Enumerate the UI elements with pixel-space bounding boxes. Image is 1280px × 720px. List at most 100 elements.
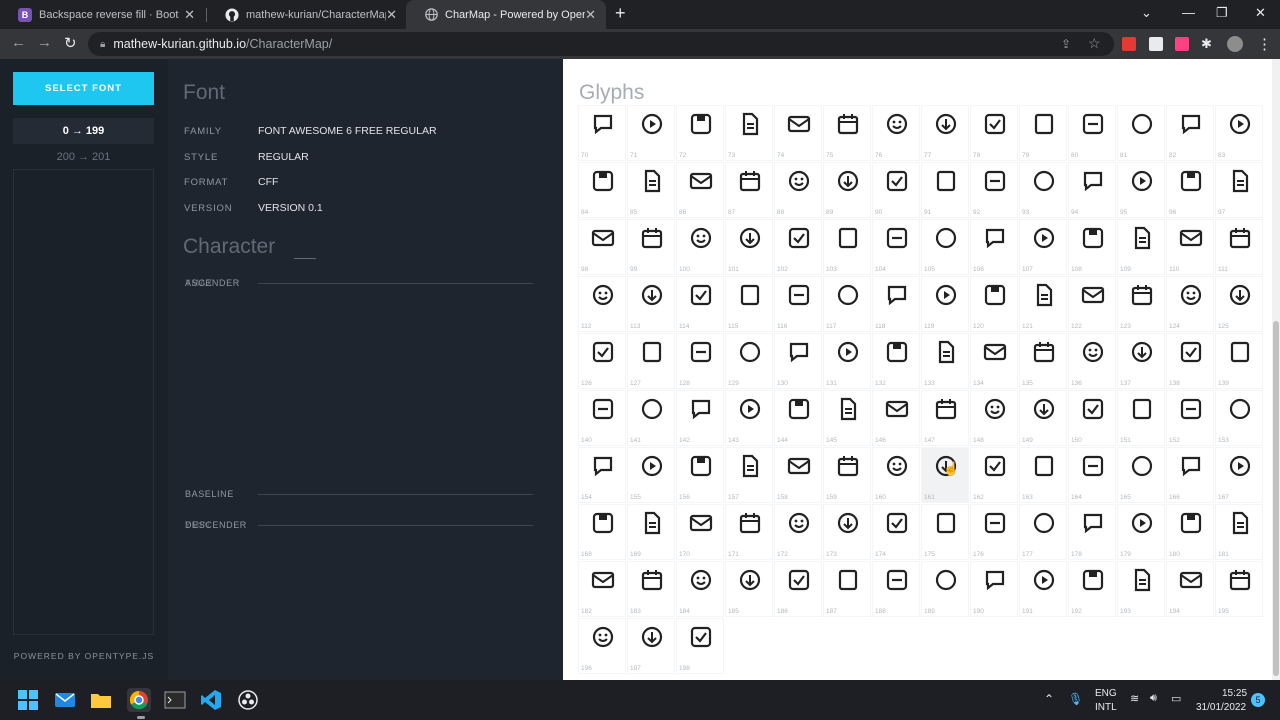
glyph-cell[interactable]: 113 — [627, 276, 675, 332]
volume-icon[interactable]: 🔊︎ — [1150, 692, 1157, 705]
glyph-cell[interactable]: 87 — [725, 162, 773, 218]
glyph-cell[interactable]: 115 — [725, 276, 773, 332]
menu-icon[interactable]: ⋮ — [1257, 35, 1272, 53]
maximize-button[interactable]: ❐ — [1216, 5, 1228, 21]
tab-github[interactable]: mathew-kurian/CharacterMap: O ✕ — [207, 0, 407, 29]
battery-icon[interactable]: ▭ — [1171, 692, 1181, 705]
glyph-cell[interactable]: 179 — [1117, 504, 1165, 560]
glyph-cell[interactable]: 136 — [1068, 333, 1116, 389]
glyph-cell[interactable]: 109 — [1117, 219, 1165, 275]
glyph-cell[interactable]: 118 — [872, 276, 920, 332]
terminal-icon[interactable] — [164, 689, 186, 711]
glyph-cell[interactable]: 156 — [676, 447, 724, 503]
glyph-cell[interactable]: 164 — [1068, 447, 1116, 503]
clock-time[interactable]: 15:25 — [1222, 688, 1247, 699]
glyph-cell[interactable]: 172 — [774, 504, 822, 560]
glyph-cell[interactable]: 158 — [774, 447, 822, 503]
glyph-cell[interactable]: 196 — [578, 618, 626, 674]
glyph-cell[interactable]: 154 — [578, 447, 626, 503]
glyph-cell[interactable]: 76 — [872, 105, 920, 161]
wifi-icon[interactable]: ≋ — [1130, 692, 1139, 705]
language-secondary[interactable]: INTL — [1095, 702, 1117, 713]
glyph-cell[interactable]: 121 — [1019, 276, 1067, 332]
glyph-cell[interactable]: 75 — [823, 105, 871, 161]
glyph-cell[interactable]: 188 — [872, 561, 920, 617]
glyph-cell[interactable]: 142 — [676, 390, 724, 446]
obs-icon[interactable] — [237, 689, 259, 711]
chevron-up-icon[interactable]: ⌃ — [1044, 692, 1054, 706]
glyph-cell[interactable]: 166 — [1166, 447, 1214, 503]
glyph-cell[interactable]: 159 — [823, 447, 871, 503]
glyph-cell[interactable]: 103 — [823, 219, 871, 275]
glyph-cell[interactable]: 147 — [921, 390, 969, 446]
glyph-cell[interactable]: 80 — [1068, 105, 1116, 161]
glyph-cell[interactable]: 94 — [1068, 162, 1116, 218]
close-icon[interactable]: ✕ — [184, 7, 195, 23]
share-icon[interactable]: ⇪ — [1061, 37, 1071, 51]
scrollbar[interactable] — [1272, 59, 1280, 680]
glyph-cell[interactable]: 98 — [578, 219, 626, 275]
glyph-cell[interactable]: 151 — [1117, 390, 1165, 446]
glyph-cell[interactable]: 194 — [1166, 561, 1214, 617]
glyph-cell[interactable]: 135 — [1019, 333, 1067, 389]
glyph-cell[interactable]: 144 — [774, 390, 822, 446]
minimize-button[interactable]: — — [1182, 5, 1195, 20]
forward-button[interactable]: → — [37, 34, 52, 51]
glyph-cell[interactable]: 96 — [1166, 162, 1214, 218]
glyph-cell[interactable]: 191 — [1019, 561, 1067, 617]
glyph-cell[interactable]: 160 — [872, 447, 920, 503]
glyph-cell[interactable]: 169 — [627, 504, 675, 560]
reload-button[interactable]: ↻ — [64, 34, 77, 52]
glyph-cell[interactable]: 176 — [970, 504, 1018, 560]
glyph-cell[interactable]: 146 — [872, 390, 920, 446]
glyph-cell[interactable]: 198 — [676, 618, 724, 674]
glyph-cell[interactable]: 102 — [774, 219, 822, 275]
glyph-cell[interactable]: 91 — [921, 162, 969, 218]
glyph-cell[interactable]: 88 — [774, 162, 822, 218]
select-font-button[interactable]: SELECT FONT — [13, 72, 154, 105]
glyph-cell[interactable]: 123 — [1117, 276, 1165, 332]
close-window-button[interactable]: ✕ — [1255, 5, 1266, 21]
glyph-cell[interactable]: 131 — [823, 333, 871, 389]
glyph-cell[interactable]: 105 — [921, 219, 969, 275]
glyph-cell[interactable]: 110 — [1166, 219, 1214, 275]
glyph-cell[interactable]: 149 — [1019, 390, 1067, 446]
glyph-cell[interactable]: 138 — [1166, 333, 1214, 389]
glyph-cell[interactable]: 167 — [1215, 447, 1263, 503]
glyph-cell[interactable]: 84 — [578, 162, 626, 218]
glyph-cell[interactable]: 101 — [725, 219, 773, 275]
glyph-cell[interactable]: 71 — [627, 105, 675, 161]
glyph-cell[interactable]: 195 — [1215, 561, 1263, 617]
glyph-cell[interactable]: 125 — [1215, 276, 1263, 332]
avatar[interactable] — [1227, 36, 1243, 52]
glyph-cell[interactable]: 133 — [921, 333, 969, 389]
glyph-cell[interactable]: 162 — [970, 447, 1018, 503]
glyph-cell[interactable]: 129 — [725, 333, 773, 389]
glyph-cell[interactable]: 73 — [725, 105, 773, 161]
range-item-200-201[interactable]: 200 → 201 — [13, 144, 154, 170]
glyph-cell[interactable]: 117 — [823, 276, 871, 332]
chrome-icon[interactable] — [127, 688, 151, 712]
glyph-cell[interactable]: 130 — [774, 333, 822, 389]
glyph-cell[interactable]: 127 — [627, 333, 675, 389]
glyph-cell[interactable]: 192 — [1068, 561, 1116, 617]
glyph-cell[interactable]: 78 — [970, 105, 1018, 161]
glyph-cell[interactable]: 116 — [774, 276, 822, 332]
glyph-cell[interactable]: 139 — [1215, 333, 1263, 389]
glyph-cell[interactable]: 77 — [921, 105, 969, 161]
glyph-cell[interactable]: 141 — [627, 390, 675, 446]
mail-icon[interactable] — [54, 689, 76, 711]
close-icon[interactable]: ✕ — [386, 7, 397, 23]
glyph-cell[interactable]: 153 — [1215, 390, 1263, 446]
glyph-cell[interactable]: 163 — [1019, 447, 1067, 503]
glyph-cell[interactable]: 119 — [921, 276, 969, 332]
glyph-cell[interactable]: 114 — [676, 276, 724, 332]
extension-icon[interactable] — [1175, 37, 1189, 51]
glyph-cell[interactable]: 107 — [1019, 219, 1067, 275]
range-item-0-199[interactable]: 0 → 199 — [13, 118, 154, 144]
glyph-cell[interactable]: 143 — [725, 390, 773, 446]
glyph-cell[interactable]: 175 — [921, 504, 969, 560]
glyph-cell[interactable]: 170 — [676, 504, 724, 560]
glyph-cell[interactable]: 197 — [627, 618, 675, 674]
glyph-cell[interactable]: 168 — [578, 504, 626, 560]
